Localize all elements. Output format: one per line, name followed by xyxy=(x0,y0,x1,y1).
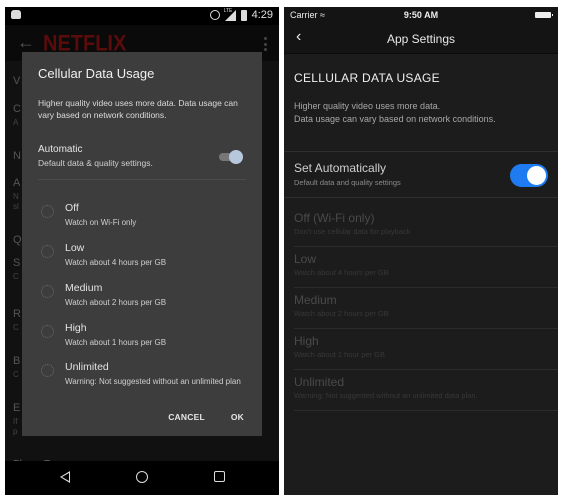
automatic-sublabel: Default data & quality settings. xyxy=(38,158,153,168)
lte-label: LTE xyxy=(223,7,233,14)
ok-button[interactable]: OK xyxy=(231,412,244,422)
option-sublabel: Warning: Not suggested without an unlimi… xyxy=(65,377,241,386)
option-unlimited[interactable]: Unlimited Warning: Not suggested without… xyxy=(294,375,548,400)
switch-knob xyxy=(527,166,546,185)
bg-initial: p xyxy=(13,427,18,436)
radio-button[interactable] xyxy=(41,205,54,218)
section-title: CELLULAR DATA USAGE xyxy=(294,71,440,85)
bg-initial: S xyxy=(13,257,21,269)
option-sublabel: Watch on Wi-Fi only xyxy=(65,218,137,227)
cancel-button[interactable]: CANCEL xyxy=(168,412,205,422)
status-time: 9:50 AM xyxy=(403,10,439,20)
battery-icon xyxy=(535,12,553,18)
option-unlimited[interactable]: Unlimited Warning: Not suggested without… xyxy=(38,361,248,399)
option-low[interactable]: Low Watch about 4 hours per GB xyxy=(38,242,248,280)
divider xyxy=(284,151,558,152)
option-label: Unlimited xyxy=(294,375,345,389)
bg-initial: N xyxy=(13,150,21,162)
bg-initial: V xyxy=(13,75,21,87)
ios-status-bar: Carrier ≈ 9:50 AM xyxy=(284,7,558,24)
arrow-left-icon[interactable]: ← xyxy=(17,33,35,51)
bg-initial: E xyxy=(13,402,21,414)
status-time: 4:29 xyxy=(251,9,273,21)
android-icon xyxy=(11,10,21,19)
android-status-bar: LTE 4:29 xyxy=(5,7,279,25)
option-sublabel: Don't use cellular data for playback xyxy=(294,227,411,236)
comparison-stage: LTE 4:29 ← NETFLIX V C A N A N sl Q S C … xyxy=(0,0,563,500)
section-description: Higher quality video uses more data. Dat… xyxy=(294,100,496,126)
set-automatically-sublabel: Default data and quality settings xyxy=(294,178,401,187)
cellular-data-dialog: Cellular Data Usage Higher quality video… xyxy=(22,52,262,436)
description-line: Higher quality video uses more data. xyxy=(294,101,441,111)
circle-home-icon[interactable] xyxy=(136,471,148,483)
ios-screen: Carrier ≈ 9:50 AM ‹ App Settings CELLULA… xyxy=(284,7,558,495)
toggle-thumb xyxy=(229,150,243,164)
radio-button[interactable] xyxy=(41,285,54,298)
bg-initial: R xyxy=(13,308,21,320)
divider xyxy=(294,369,558,370)
bg-initial: Q xyxy=(13,234,22,246)
option-sublabel: Watch about 4 hours per GB xyxy=(65,258,167,267)
bg-initial: C xyxy=(13,103,21,115)
triangle-back-icon[interactable] xyxy=(60,471,70,483)
option-sublabel: Watch about 2 hours per GB xyxy=(294,309,389,318)
option-off-wifi[interactable]: Off (Wi-Fi only) Don't use cellular data… xyxy=(294,211,548,236)
option-medium[interactable]: Medium Watch about 2 hours per GB xyxy=(38,282,248,320)
dialog-actions: CANCEL OK xyxy=(168,412,244,422)
android-nav-bar xyxy=(5,461,279,495)
set-automatically-label: Set Automatically xyxy=(294,161,387,175)
option-label: Unlimited xyxy=(65,361,109,373)
divider xyxy=(38,179,246,180)
option-label: Medium xyxy=(65,282,103,294)
bg-initial: B xyxy=(13,355,21,367)
divider xyxy=(294,328,558,329)
radio-button[interactable] xyxy=(41,364,54,377)
divider xyxy=(284,197,558,198)
ios-nav-bar: ‹ App Settings xyxy=(284,24,558,54)
option-label: High xyxy=(294,334,319,348)
divider xyxy=(294,410,558,411)
page-title: App Settings xyxy=(386,32,456,46)
option-medium[interactable]: Medium Watch about 2 hours per GB xyxy=(294,293,548,318)
square-recents-icon[interactable] xyxy=(214,471,225,482)
automatic-label: Automatic xyxy=(38,144,83,155)
bg-initial: sl xyxy=(13,202,19,211)
option-label: High xyxy=(65,322,87,334)
option-sublabel: Warning: Not suggested without an unlimi… xyxy=(294,391,478,400)
description-line: Data usage can vary based on network con… xyxy=(294,114,496,124)
alarm-icon xyxy=(209,10,220,20)
option-label: Off xyxy=(65,202,79,214)
option-sublabel: Watch about 1 hour per GB xyxy=(294,350,386,359)
option-label: Low xyxy=(294,252,317,266)
bg-initial: C xyxy=(13,370,19,379)
divider xyxy=(294,246,558,247)
android-screen: LTE 4:29 ← NETFLIX V C A N A N sl Q S C … xyxy=(5,7,279,495)
lte-signal-icon: LTE xyxy=(223,7,236,21)
option-label: Medium xyxy=(294,293,337,307)
dialog-title: Cellular Data Usage xyxy=(38,66,155,81)
option-label: Low xyxy=(65,242,85,254)
option-high[interactable]: High Watch about 1 hours per GB xyxy=(38,322,248,360)
option-low[interactable]: Low Watch about 4 hours per GB xyxy=(294,252,548,277)
radio-button[interactable] xyxy=(41,245,54,258)
bg-initial: A xyxy=(13,118,19,127)
option-high[interactable]: High Watch about 1 hour per GB xyxy=(294,334,548,359)
dialog-description: Higher quality video uses more data. Dat… xyxy=(38,98,238,120)
option-sublabel: Watch about 4 hours per GB xyxy=(294,268,389,277)
option-sublabel: Watch about 2 hours per GB xyxy=(65,298,167,307)
divider xyxy=(294,287,558,288)
bg-initial: A xyxy=(13,177,21,189)
battery-icon xyxy=(240,9,247,21)
bg-initial: C xyxy=(13,323,19,332)
more-vert-icon[interactable] xyxy=(264,37,267,51)
automatic-toggle[interactable] xyxy=(219,150,243,164)
option-label: Off (Wi-Fi only) xyxy=(294,211,375,225)
set-automatically-switch[interactable] xyxy=(510,164,548,187)
bg-initial: C xyxy=(13,272,19,281)
option-off[interactable]: Off Watch on Wi-Fi only xyxy=(38,202,248,240)
radio-button[interactable] xyxy=(41,325,54,338)
option-sublabel: Watch about 1 hours per GB xyxy=(65,338,167,347)
bg-initial: If xyxy=(13,417,18,426)
bg-initial: N xyxy=(13,192,19,201)
